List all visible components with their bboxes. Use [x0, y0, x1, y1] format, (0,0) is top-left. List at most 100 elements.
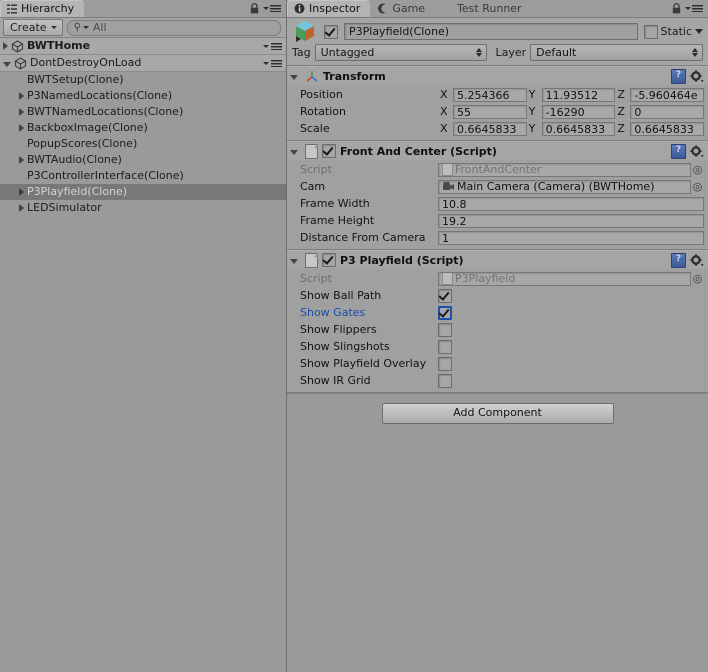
component-header[interactable]: P3 Playfield (Script) [287, 251, 708, 269]
game-icon [377, 3, 388, 14]
expand-arrow-icon[interactable] [19, 92, 24, 100]
component-collapse-arrow-icon[interactable] [290, 74, 298, 80]
tag-value: Untagged [320, 46, 375, 59]
tag-layer-row: Tag Untagged Layer Default [292, 44, 704, 61]
component-collapse-arrow-icon[interactable] [290, 149, 298, 155]
tab-inspector-label: Inspector [309, 2, 361, 15]
help-book-icon[interactable] [671, 68, 686, 84]
component-front-and-center: Front And Center (Script) Script FrontAndC… [287, 141, 708, 250]
field-label: Cam [300, 180, 326, 193]
hierarchy-item[interactable]: BackboxImage(Clone) [0, 120, 286, 136]
tag-dropdown[interactable]: Untagged [314, 44, 488, 61]
panel-menu-icon[interactable] [263, 5, 281, 12]
add-component-button[interactable]: Add Component [381, 403, 614, 424]
hierarchy-item[interactable]: LEDSimulator [0, 200, 286, 216]
axis-z-input[interactable]: 0.6645833 [630, 121, 705, 136]
field-label: Script [300, 272, 332, 285]
field-input[interactable]: 1 [438, 230, 704, 245]
hierarchy-item-label: P3Playfield(Clone) [27, 185, 128, 198]
tab-hierarchy[interactable]: Hierarchy [0, 0, 85, 17]
field-checkbox[interactable] [438, 288, 452, 303]
expand-arrow-icon[interactable] [19, 204, 24, 212]
hierarchy-scene-menu-icon[interactable] [263, 59, 282, 67]
create-button-label: Create [10, 21, 47, 34]
hierarchy-item[interactable]: DontDestroyOnLoad [0, 55, 286, 72]
object-field[interactable]: Main Camera (Camera) (BWTHome) [438, 179, 691, 194]
component-collapse-arrow-icon[interactable] [290, 258, 298, 264]
hierarchy-item[interactable]: BWTHome [0, 38, 286, 55]
field-checkbox[interactable] [438, 339, 452, 354]
field-input[interactable]: 10.8 [438, 196, 704, 211]
axis-z-label: Z [617, 122, 625, 135]
component-enabled-checkbox[interactable] [322, 144, 336, 158]
component-header[interactable]: Front And Center (Script) [287, 142, 708, 160]
gameobject-name-input[interactable]: P3Playfield(Clone) [344, 23, 638, 40]
axis-x-input[interactable]: 5.254366 [453, 87, 527, 102]
expand-arrow-icon[interactable] [19, 108, 24, 116]
tag-label: Tag [292, 46, 311, 59]
field-checkbox[interactable] [438, 322, 452, 337]
inspector-tabbar: Inspector Game Test Runner [287, 0, 708, 18]
object-field-value: FrontAndCenter [455, 163, 542, 176]
gear-icon[interactable] [690, 253, 704, 267]
object-field[interactable]: FrontAndCenter [438, 162, 691, 177]
static-chevron-down-icon[interactable] [695, 29, 703, 34]
object-picker-icon[interactable]: ◎ [691, 163, 704, 177]
hierarchy-item[interactable]: PopupScores(Clone) [0, 136, 286, 152]
static-toggle[interactable]: Static [643, 24, 703, 39]
expand-arrow-icon[interactable] [19, 156, 24, 164]
axis-z: Z -5.960464e [615, 87, 705, 102]
lock-icon[interactable] [250, 3, 259, 14]
field-checkbox[interactable] [438, 356, 452, 371]
inspector-panel: Inspector Game Test Runner P3Playfield(C… [287, 0, 708, 672]
tab-game[interactable]: Game [370, 0, 435, 17]
object-picker-icon[interactable]: ◎ [691, 272, 704, 286]
axis-y-input[interactable]: -16290 [541, 104, 616, 119]
panel-menu-icon[interactable] [685, 5, 703, 12]
create-button[interactable]: Create [3, 19, 63, 36]
axis-y-input[interactable]: 0.6645833 [541, 121, 616, 136]
hierarchy-item[interactable]: P3NamedLocations(Clone) [0, 88, 286, 104]
expand-arrow-icon[interactable] [3, 42, 8, 50]
field-checkbox[interactable] [438, 305, 452, 320]
hierarchy-item[interactable]: BWTSetup(Clone) [0, 72, 286, 88]
collapse-arrow-icon[interactable] [3, 61, 11, 67]
gameobject-enabled-checkbox[interactable] [324, 24, 338, 39]
component-fields: Position X 5.254366 Y 11.93512 Z -5.960464e Rot… [287, 85, 708, 140]
hierarchy-item[interactable]: BWTAudio(Clone) [0, 152, 286, 168]
object-field[interactable]: P3Playfield [438, 271, 691, 286]
gear-icon[interactable] [690, 69, 704, 83]
component-header[interactable]: Transform [287, 67, 708, 85]
hierarchy-item[interactable]: P3ControllerInterface(Clone) [0, 168, 286, 184]
axis-x-input[interactable]: 55 [453, 104, 527, 119]
gear-icon[interactable] [690, 144, 704, 158]
field-checkbox[interactable] [438, 373, 452, 388]
object-picker-icon[interactable]: ◎ [691, 180, 704, 194]
search-input[interactable]: ⚲ All [66, 19, 281, 36]
component-enabled-checkbox[interactable] [322, 253, 336, 267]
property-row: Show Flippers [291, 321, 704, 338]
tab-inspector[interactable]: Inspector [287, 0, 371, 17]
layer-dropdown[interactable]: Default [530, 44, 704, 61]
axis-y-input[interactable]: 11.93512 [541, 87, 616, 102]
help-book-icon[interactable] [671, 252, 686, 268]
hierarchy-tree[interactable]: BWTHome DontDestroyOnLoad BWTSetup(Clone) P… [0, 38, 286, 672]
help-book-icon[interactable] [671, 143, 686, 159]
expand-arrow-icon[interactable] [19, 124, 24, 132]
hierarchy-item[interactable]: P3Playfield(Clone) [0, 184, 286, 200]
property-row: Frame Height 19.2 [291, 212, 704, 229]
expand-arrow-icon[interactable] [19, 188, 24, 196]
axis-z-input[interactable]: -5.960464e [630, 87, 705, 102]
unity-editor-window: Hierarchy Create ⚲ All BWTHome DontDestr… [0, 0, 708, 672]
axis-z-input[interactable]: 0 [630, 104, 705, 119]
static-checkbox[interactable] [643, 24, 658, 39]
lock-icon[interactable] [672, 3, 681, 14]
axis-x-input[interactable]: 0.6645833 [453, 121, 527, 136]
hierarchy-item[interactable]: BWTNamedLocations(Clone) [0, 104, 286, 120]
tab-test-runner[interactable]: Test Runner [435, 0, 532, 17]
hierarchy-scene-menu-icon[interactable] [263, 42, 282, 50]
script-icon [305, 143, 318, 159]
inspector-tabbar-spacer [532, 0, 672, 17]
vector3-row: Position X 5.254366 Y 11.93512 Z -5.960464e [291, 86, 705, 103]
field-input[interactable]: 19.2 [438, 213, 704, 228]
